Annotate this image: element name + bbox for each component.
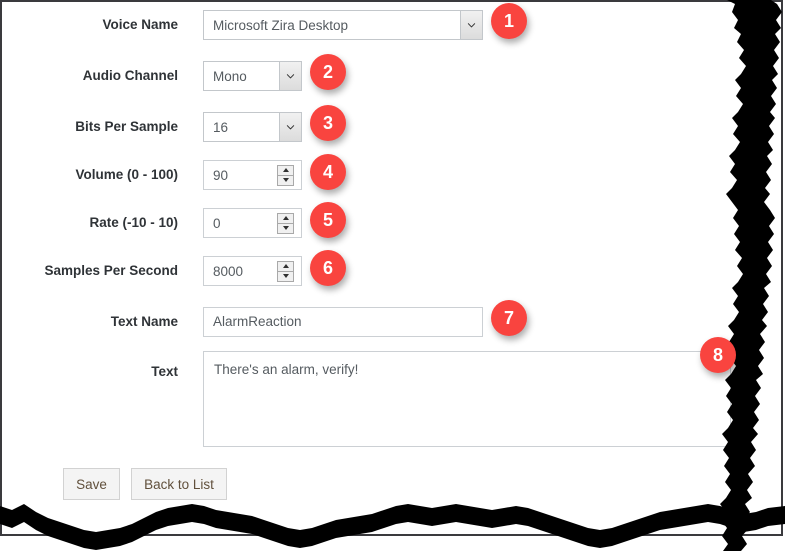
badge-6: 6 bbox=[310, 250, 346, 286]
badge-1: 1 bbox=[491, 3, 527, 39]
voice-name-select[interactable]: Microsoft Zira Desktop bbox=[203, 10, 483, 40]
label-bits-per-sample: Bits Per Sample bbox=[75, 119, 178, 134]
spinner-up-arrow-icon[interactable] bbox=[278, 262, 293, 272]
rate-stepper[interactable]: 0 bbox=[203, 208, 302, 238]
chevron-down-icon[interactable] bbox=[460, 11, 482, 39]
volume-stepper-buttons[interactable] bbox=[277, 164, 294, 186]
audio-channel-value: Mono bbox=[213, 68, 247, 84]
label-text-name: Text Name bbox=[110, 314, 178, 329]
text-textarea[interactable]: There's an alarm, verify! bbox=[203, 351, 731, 447]
save-button[interactable]: Save bbox=[63, 468, 120, 500]
label-text: Text bbox=[151, 364, 178, 379]
chevron-down-icon[interactable] bbox=[279, 62, 301, 90]
label-samples-per-second: Samples Per Second bbox=[44, 263, 178, 278]
bits-per-sample-select[interactable]: 16 bbox=[203, 112, 302, 142]
form-row-volume: Volume (0 - 100) 90 bbox=[0, 158, 700, 192]
badge-8: 8 bbox=[700, 337, 736, 373]
chevron-down-glyph bbox=[286, 124, 295, 129]
spinner-down-arrow-icon[interactable] bbox=[278, 272, 293, 281]
form-row-rate: Rate (-10 - 10) 0 bbox=[0, 206, 700, 240]
badge-5: 5 bbox=[310, 202, 346, 238]
form-row-text-name: Text Name AlarmReaction bbox=[0, 305, 700, 339]
badge-4: 4 bbox=[310, 154, 346, 190]
text-name-input[interactable]: AlarmReaction bbox=[203, 307, 483, 337]
spinner-up-arrow-icon[interactable] bbox=[278, 166, 293, 176]
back-to-list-button[interactable]: Back to List bbox=[131, 468, 227, 500]
form-row-voice-name: Voice Name Microsoft Zira Desktop bbox=[0, 8, 700, 42]
screenshot-root: Voice Name Microsoft Zira Desktop 1 Audi… bbox=[0, 0, 785, 551]
rate-stepper-buttons[interactable] bbox=[277, 212, 294, 234]
chevron-down-glyph bbox=[286, 73, 295, 78]
badge-7: 7 bbox=[491, 300, 527, 336]
samples-per-second-stepper[interactable]: 8000 bbox=[203, 256, 302, 286]
samples-per-second-stepper-buttons[interactable] bbox=[277, 260, 294, 282]
form-row-samples-per-second: Samples Per Second 8000 bbox=[0, 254, 700, 288]
label-volume: Volume (0 - 100) bbox=[75, 167, 178, 182]
label-audio-channel: Audio Channel bbox=[82, 68, 178, 83]
rate-value: 0 bbox=[213, 215, 221, 231]
bits-per-sample-value: 16 bbox=[213, 119, 229, 135]
spinner-down-arrow-icon[interactable] bbox=[278, 176, 293, 185]
samples-per-second-value: 8000 bbox=[213, 263, 244, 279]
volume-stepper[interactable]: 90 bbox=[203, 160, 302, 190]
spinner-down-arrow-icon[interactable] bbox=[278, 224, 293, 233]
chevron-down-icon[interactable] bbox=[279, 113, 301, 141]
audio-channel-select[interactable]: Mono bbox=[203, 61, 302, 91]
form-row-audio-channel: Audio Channel Mono bbox=[0, 59, 700, 93]
label-voice-name: Voice Name bbox=[102, 17, 178, 32]
badge-3: 3 bbox=[310, 105, 346, 141]
form-row-bits-per-sample: Bits Per Sample 16 bbox=[0, 110, 700, 144]
chevron-down-glyph bbox=[467, 22, 476, 27]
voice-name-value: Microsoft Zira Desktop bbox=[213, 17, 349, 33]
badge-2: 2 bbox=[310, 54, 346, 90]
spinner-up-arrow-icon[interactable] bbox=[278, 214, 293, 224]
label-rate: Rate (-10 - 10) bbox=[89, 215, 178, 230]
volume-value: 90 bbox=[213, 167, 229, 183]
